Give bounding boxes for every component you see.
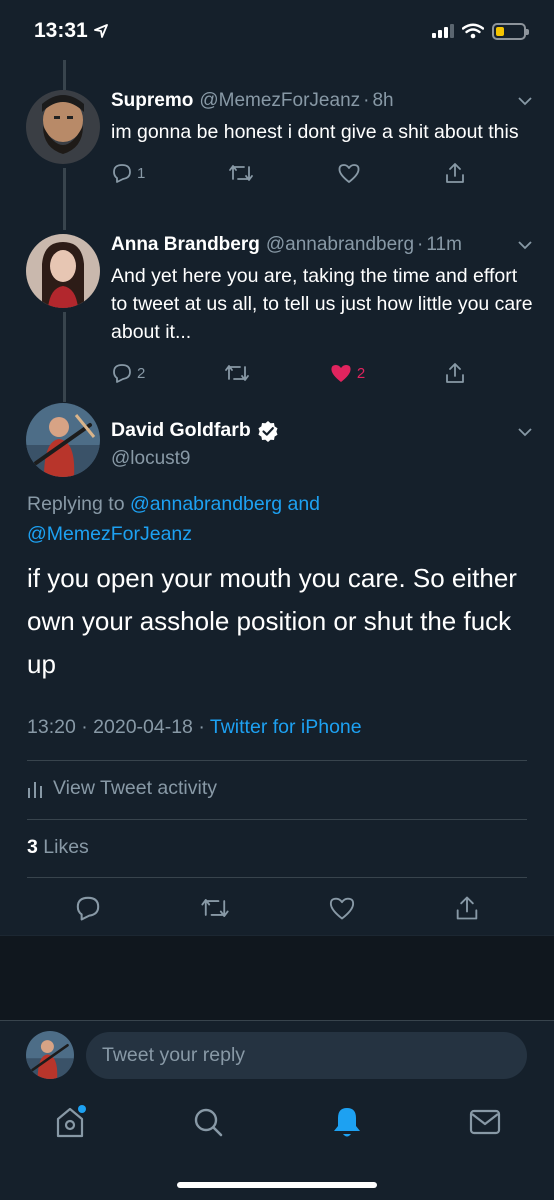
- reply-count: 2: [137, 364, 146, 382]
- dot-separator: ·: [363, 90, 370, 111]
- search-icon: [194, 1108, 223, 1137]
- retweet-button[interactable]: [224, 360, 250, 386]
- tweet-time: 8h: [372, 90, 394, 111]
- thread-line: [63, 168, 66, 230]
- avatar[interactable]: [26, 234, 100, 308]
- status-indicators: [432, 22, 529, 40]
- main-tweet-actions: [74, 895, 480, 921]
- likes-count: 3: [27, 836, 38, 858]
- like-button[interactable]: [328, 895, 356, 921]
- share-icon: [446, 163, 464, 183]
- home-indicator: [177, 1182, 377, 1188]
- battery-icon: [492, 22, 529, 40]
- divider: [27, 760, 527, 761]
- status-time: 13:31: [34, 19, 88, 42]
- author-name[interactable]: Anna Brandberg: [111, 234, 260, 256]
- reply-icon: [113, 364, 131, 383]
- mail-icon: [469, 1109, 501, 1135]
- share-button[interactable]: [444, 360, 466, 386]
- bell-icon: [334, 1108, 360, 1137]
- chevron-down-icon[interactable]: [516, 92, 534, 110]
- replying-prefix: Replying to: [27, 493, 125, 515]
- tab-home[interactable]: [50, 1102, 90, 1142]
- avatar[interactable]: [26, 403, 100, 477]
- divider: [27, 877, 527, 878]
- empty-replies-area: [0, 935, 554, 1020]
- tweet-text: im gonna be honest i dont give a shit ab…: [111, 121, 519, 143]
- like-button[interactable]: 2: [329, 360, 365, 386]
- reply-button[interactable]: [74, 895, 102, 921]
- author-handle[interactable]: @MemezForJeanz: [199, 90, 360, 112]
- retweet-button[interactable]: [228, 160, 254, 186]
- like-count: 2: [356, 364, 366, 382]
- retweet-icon: [229, 165, 254, 181]
- tweet-date: 2020-04-18: [93, 716, 193, 738]
- verified-badge-icon: [258, 420, 278, 442]
- tweet-text: And yet here you are, taking the time an…: [111, 265, 533, 343]
- view-tweet-activity-button[interactable]: View Tweet activity: [27, 777, 217, 800]
- main-tweet-text: if you open your mouth you care. So eith…: [27, 563, 517, 679]
- divider: [27, 819, 527, 820]
- author-name[interactable]: Supremo: [111, 90, 193, 112]
- status-bar: 13:31: [0, 0, 554, 62]
- tweet-source-link[interactable]: Twitter for iPhone: [210, 716, 362, 738]
- wifi-icon: [462, 23, 484, 39]
- replying-user-link[interactable]: @annabrandberg: [130, 493, 282, 515]
- main-tweet-header: David Goldfarb @locust9: [111, 419, 279, 470]
- share-icon: [456, 896, 478, 920]
- tweet-time: 11m: [426, 234, 462, 255]
- share-button[interactable]: [454, 895, 480, 921]
- tweet-time: 13:20: [27, 716, 76, 738]
- reply-icon: [113, 164, 131, 183]
- tweet-header: Supremo @MemezForJeanz · 8h: [111, 90, 534, 112]
- status-time-group: 13:31: [34, 19, 108, 43]
- activity-label: View Tweet activity: [53, 777, 218, 799]
- avatar[interactable]: [26, 90, 100, 164]
- author-handle[interactable]: @annabrandberg: [266, 234, 414, 256]
- home-icon: [56, 1105, 86, 1138]
- heart-icon: [331, 365, 351, 382]
- replying-and: and: [287, 493, 321, 515]
- tab-messages[interactable]: [465, 1102, 505, 1142]
- author-name[interactable]: David Goldfarb: [111, 419, 251, 442]
- share-icon: [446, 363, 464, 383]
- reply-input[interactable]: [86, 1032, 527, 1079]
- reply-icon: [76, 896, 100, 921]
- retweet-icon: [225, 365, 250, 381]
- chevron-down-icon[interactable]: [516, 236, 534, 254]
- dot-separator: ·: [417, 234, 424, 255]
- location-arrow-icon: [93, 24, 108, 38]
- thread-line: [63, 312, 66, 402]
- author-handle[interactable]: @locust9: [111, 448, 279, 470]
- reply-composer: [0, 1020, 554, 1090]
- like-button[interactable]: [337, 160, 361, 186]
- share-button[interactable]: [444, 160, 466, 186]
- tweet-meta: 13:20 · 2020-04-18 · Twitter for iPhone: [27, 716, 362, 738]
- replying-user-link[interactable]: @MemezForJeanz: [27, 523, 192, 545]
- likes-label: Likes: [43, 836, 89, 858]
- thread-line: [63, 60, 66, 90]
- tab-notifications[interactable]: [327, 1102, 367, 1142]
- tweet-actions: 2 2: [111, 360, 466, 386]
- replying-to: Replying to @annabrandberg and @MemezFor…: [27, 489, 527, 549]
- tweet-actions: 1: [111, 160, 466, 186]
- retweet-icon: [201, 899, 229, 917]
- reply-button[interactable]: 2: [111, 360, 145, 386]
- reply-button[interactable]: 1: [111, 160, 145, 186]
- analytics-icon: [28, 781, 42, 798]
- tab-search[interactable]: [188, 1102, 228, 1142]
- likes-count-link[interactable]: 3 Likes: [27, 836, 89, 859]
- tweet-header: Anna Brandberg @annabrandberg · 11m: [111, 234, 534, 256]
- reply-count: 1: [137, 164, 146, 182]
- cellular-signal-icon: [432, 24, 454, 38]
- retweet-button[interactable]: [200, 895, 230, 921]
- heart-icon: [329, 897, 355, 920]
- chevron-down-icon[interactable]: [516, 423, 534, 441]
- avatar: [26, 1031, 74, 1079]
- heart-icon: [338, 164, 360, 183]
